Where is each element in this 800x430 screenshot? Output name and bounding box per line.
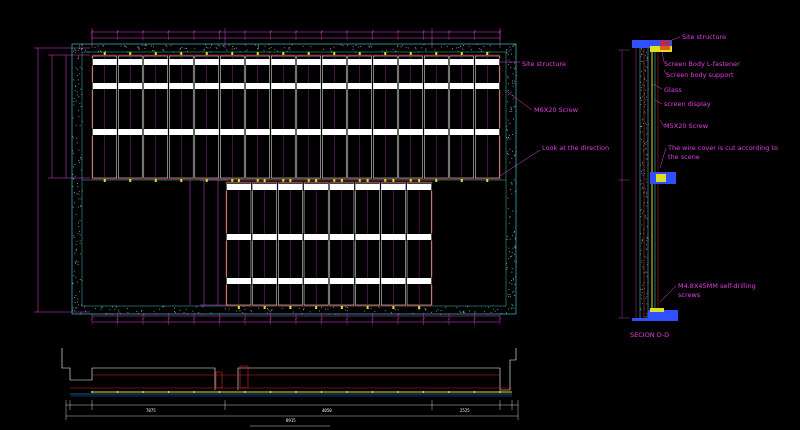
main-bottom-ticks bbox=[90, 313, 502, 325]
label-site-structure-sec: Site structure bbox=[682, 33, 726, 41]
dim-bottom-left: 7875 bbox=[146, 408, 156, 413]
label-glass: Glass bbox=[664, 86, 682, 94]
label-site-structure-main: Site structure bbox=[522, 60, 566, 68]
lower-led-screen bbox=[225, 179, 433, 309]
label-wire-cover-1: The wire cover is cut according to bbox=[667, 144, 778, 152]
label-screw-sec: M5X20 Screw bbox=[664, 122, 709, 130]
section-title: SECION D-D bbox=[630, 331, 669, 339]
section-d-d: Site structure Screen Body L-fastener Sc… bbox=[618, 33, 778, 339]
label-look-direction: Look at the direction bbox=[542, 144, 609, 152]
label-wire-cover-2: the scene bbox=[668, 153, 700, 161]
upper-led-screen bbox=[91, 52, 501, 182]
front-elevation: Site structure M6X20 Screw Look at the d… bbox=[34, 28, 609, 325]
cad-drawing: Site structure M6X20 Screw Look at the d… bbox=[34, 28, 778, 427]
dim-bottom-center: 4050 bbox=[322, 408, 332, 413]
dim-bottom-total: 8915 bbox=[286, 418, 296, 423]
label-screen-body-support: Screen body support bbox=[666, 71, 734, 79]
label-screw-main: M6X20 Screw bbox=[534, 106, 579, 114]
label-self-drilling-1: M4.8X45MM self-drilling bbox=[678, 282, 756, 290]
top-dimension-ticks bbox=[90, 30, 502, 40]
label-screen-body-fastener: Screen Body L-fastener bbox=[664, 60, 740, 68]
label-screen-display: screen display bbox=[664, 100, 711, 108]
label-self-drilling-2: screws bbox=[678, 291, 701, 299]
plan-view: 7875 4050 2525 8915 bbox=[61, 348, 519, 427]
dim-bottom-right: 2525 bbox=[460, 408, 470, 413]
